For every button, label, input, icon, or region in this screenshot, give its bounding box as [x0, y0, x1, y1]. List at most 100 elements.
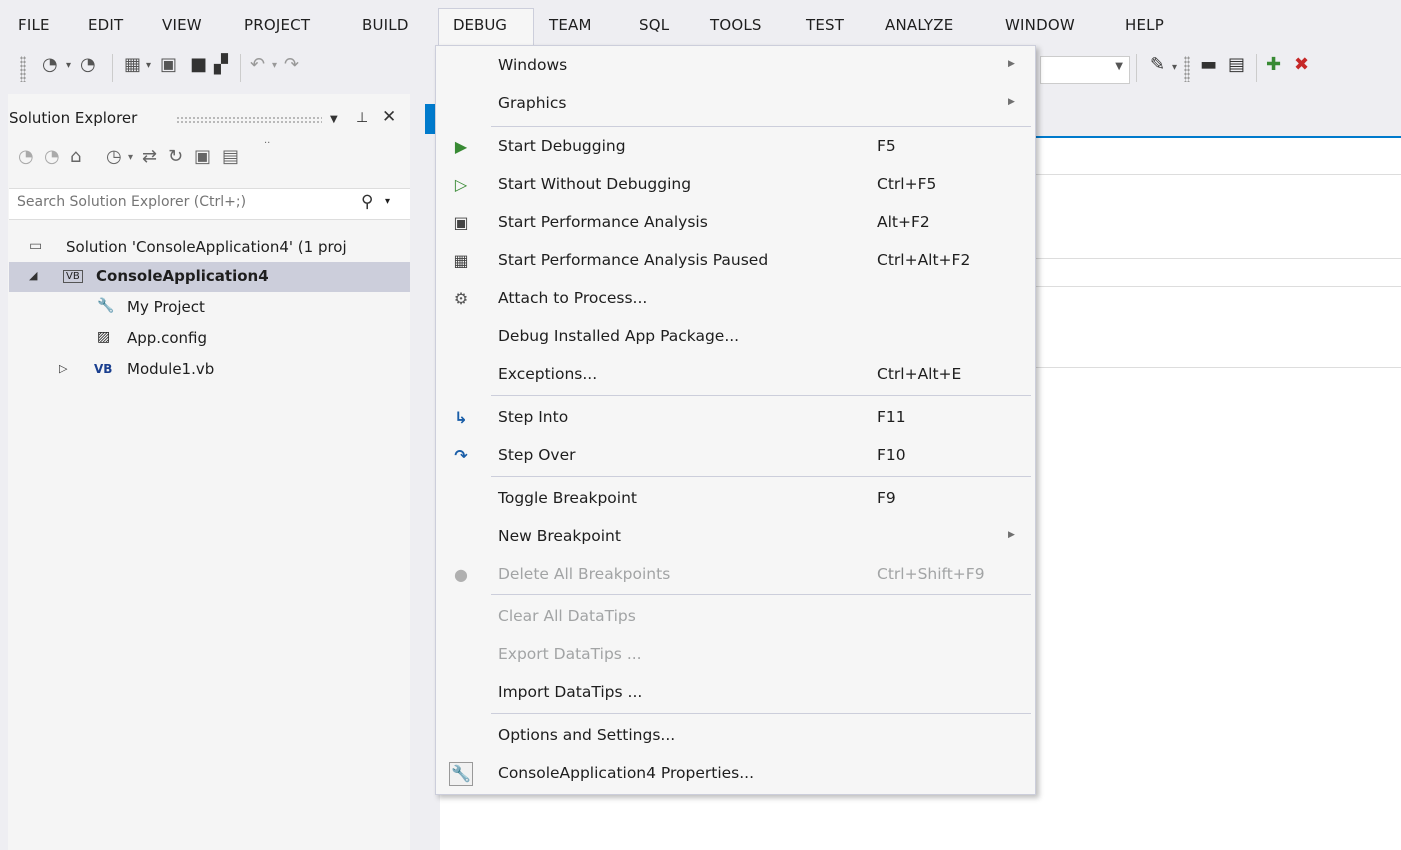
toolbar-grip[interactable]	[20, 56, 26, 82]
properties-icon[interactable]: ▤	[1228, 54, 1245, 75]
pending-changes-icon[interactable]: ◷	[106, 146, 122, 167]
wrench-icon: 🔧	[97, 298, 115, 314]
editor-divider	[1036, 258, 1401, 259]
menu-item-label: Windows	[498, 56, 568, 74]
new-project-icon[interactable]: ▦	[124, 54, 141, 75]
new-project-dropdown-icon[interactable]: ▾	[146, 60, 151, 71]
play-outline-icon: ▷	[454, 175, 468, 194]
tree-item-my-project[interactable]: 🔧 My Project	[9, 293, 410, 323]
menu-item-start-performance-analysis[interactable]: ▣ Start Performance Analysis Alt+F2	[436, 205, 1035, 241]
tree-item-label: Solution 'ConsoleApplication4' (1 proj	[66, 238, 347, 256]
menu-analyze[interactable]: ANALYZE	[885, 16, 953, 34]
menu-item-label: Clear All DataTips	[498, 607, 636, 625]
menu-item-start-debugging[interactable]: ▶ Start Debugging F5	[436, 129, 1035, 165]
tree-item-label: Module1.vb	[127, 360, 215, 378]
toolbar-separator	[1136, 54, 1137, 82]
save-all-icon[interactable]: ▞	[214, 54, 228, 75]
menu-item-export-datatips[interactable]: Export DataTips ...	[436, 637, 1035, 673]
tree-item-label: App.config	[127, 329, 207, 347]
panel-menu-icon[interactable]: ▼	[330, 114, 338, 125]
bookmark-remove-icon[interactable]: ✖	[1294, 54, 1309, 75]
solution-explorer-title: Solution Explorer	[9, 109, 138, 127]
redo-icon[interactable]: ↷	[284, 54, 299, 75]
expand-arrow-icon[interactable]: ◢	[29, 269, 37, 282]
back-icon[interactable]: ◔	[42, 54, 58, 75]
search-input[interactable]	[17, 194, 337, 210]
menu-item-clear-all-datatips[interactable]: Clear All DataTips	[436, 599, 1035, 635]
menu-item-graphics[interactable]: Graphics ▶	[436, 86, 1035, 122]
menu-item-shortcut: F10	[877, 446, 906, 464]
menu-item-start-performance-analysis-paused[interactable]: ▦ Start Performance Analysis Paused Ctrl…	[436, 243, 1035, 279]
menu-view[interactable]: VIEW	[162, 16, 202, 34]
menu-item-windows[interactable]: Windows ▶	[436, 48, 1035, 84]
menu-item-label: ConsoleApplication4 Properties...	[498, 764, 755, 782]
menu-item-new-breakpoint[interactable]: New Breakpoint ▶	[436, 519, 1035, 555]
tree-item-solution[interactable]: ▭ Solution 'ConsoleApplication4' (1 proj	[9, 233, 410, 263]
show-all-files-icon[interactable]: ▤	[222, 146, 239, 167]
menu-tools[interactable]: TOOLS	[710, 16, 762, 34]
menu-separator	[491, 594, 1031, 595]
menu-item-attach-to-process[interactable]: ⚙ Attach to Process...	[436, 281, 1035, 317]
sync-icon[interactable]: ⇄	[142, 146, 157, 167]
search-icon[interactable]: ⚲	[361, 192, 373, 212]
menu-item-options-and-settings[interactable]: Options and Settings...	[436, 718, 1035, 754]
menu-test[interactable]: TEST	[806, 16, 844, 34]
menu-item-start-without-debugging[interactable]: ▷ Start Without Debugging Ctrl+F5	[436, 167, 1035, 203]
find-dropdown-icon[interactable]: ▾	[1172, 62, 1177, 73]
delete-breakpoints-icon: ●	[454, 565, 468, 584]
menu-item-project-properties[interactable]: 🔧 ConsoleApplication4 Properties...	[436, 756, 1035, 792]
step-over-icon: ↷	[454, 446, 468, 465]
forward-icon[interactable]: ◔	[44, 146, 60, 167]
toolbar-separator	[1256, 54, 1257, 82]
solution-search-box[interactable]: ⚲ ▾	[9, 188, 410, 220]
save-icon[interactable]: ■	[190, 54, 207, 75]
vb-project-icon: VB	[63, 270, 83, 283]
back-dropdown-icon[interactable]: ▾	[66, 60, 71, 71]
bookmark-add-icon[interactable]: ✚	[1266, 54, 1281, 75]
menu-window[interactable]: WINDOW	[1005, 16, 1075, 34]
tree-item-app-config[interactable]: ▨ App.config	[9, 324, 410, 354]
expand-arrow-icon[interactable]: ▷	[59, 362, 67, 375]
menu-item-debug-installed-app-package[interactable]: Debug Installed App Package...	[436, 319, 1035, 355]
close-icon[interactable]: ✕	[382, 107, 396, 127]
back-icon[interactable]: ◔	[18, 146, 34, 167]
menu-sql[interactable]: SQL	[639, 16, 669, 34]
find-in-files-icon[interactable]: ✎	[1150, 54, 1165, 75]
solution-config-combo[interactable]: ▼	[1040, 56, 1130, 84]
home-icon[interactable]: ⌂	[70, 146, 81, 167]
menu-item-shortcut: F9	[877, 489, 896, 507]
menu-team[interactable]: TEAM	[549, 16, 592, 34]
menu-item-label: Graphics	[498, 94, 567, 112]
submenu-arrow-icon: ▶	[1008, 59, 1015, 69]
chevron-down-icon[interactable]: ▾	[385, 196, 390, 207]
menu-item-shortcut: Ctrl+Alt+E	[877, 365, 962, 383]
menu-file[interactable]: FILE	[18, 16, 50, 34]
menu-item-delete-all-breakpoints[interactable]: ● Delete All Breakpoints Ctrl+Shift+F9	[436, 557, 1035, 593]
menu-debug[interactable]: DEBUG	[438, 8, 534, 46]
overflow-icon[interactable]: ··	[264, 138, 270, 149]
folder-icon[interactable]: ▬	[1200, 54, 1217, 75]
menu-edit[interactable]: EDIT	[88, 16, 123, 34]
solution-icon: ▭	[29, 238, 43, 254]
menu-help[interactable]: HELP	[1125, 16, 1164, 34]
menu-item-import-datatips[interactable]: Import DataTips ...	[436, 675, 1035, 711]
pin-icon[interactable]: ⊥	[356, 110, 368, 126]
chevron-down-icon[interactable]: ▾	[128, 152, 133, 163]
menu-project[interactable]: PROJECT	[244, 16, 310, 34]
tree-item-project[interactable]: ◢ VB ConsoleApplication4	[9, 262, 410, 292]
tree-item-module1[interactable]: ▷ VB Module1.vb	[9, 355, 410, 385]
panel-grip[interactable]	[176, 116, 322, 124]
vb-file-icon: VB	[94, 362, 113, 376]
menu-item-step-over[interactable]: ↷ Step Over F10	[436, 438, 1035, 474]
menu-item-toggle-breakpoint[interactable]: Toggle Breakpoint F9	[436, 481, 1035, 517]
menu-build[interactable]: BUILD	[362, 16, 409, 34]
open-file-icon[interactable]: ▣	[160, 54, 177, 75]
refresh-icon[interactable]: ↻	[168, 146, 183, 167]
menu-item-step-into[interactable]: ↳ Step Into F11	[436, 400, 1035, 436]
undo-icon[interactable]: ↶	[250, 54, 265, 75]
undo-dropdown-icon[interactable]: ▾	[272, 60, 277, 71]
collapse-all-icon[interactable]: ▣	[194, 146, 211, 167]
toolbar-grip[interactable]	[1184, 56, 1190, 82]
menu-item-exceptions[interactable]: Exceptions... Ctrl+Alt+E	[436, 357, 1035, 393]
forward-icon[interactable]: ◔	[80, 54, 96, 75]
